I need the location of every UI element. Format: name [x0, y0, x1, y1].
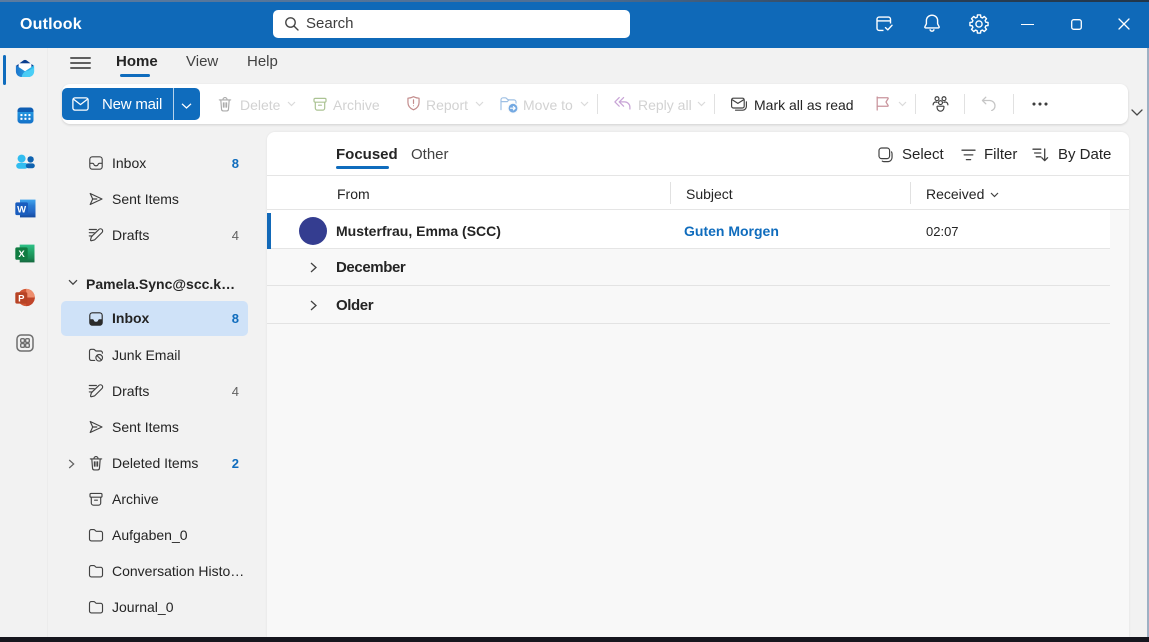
svg-text:X: X	[18, 249, 25, 260]
svg-text:W: W	[17, 204, 26, 215]
svg-text:P: P	[18, 294, 25, 305]
